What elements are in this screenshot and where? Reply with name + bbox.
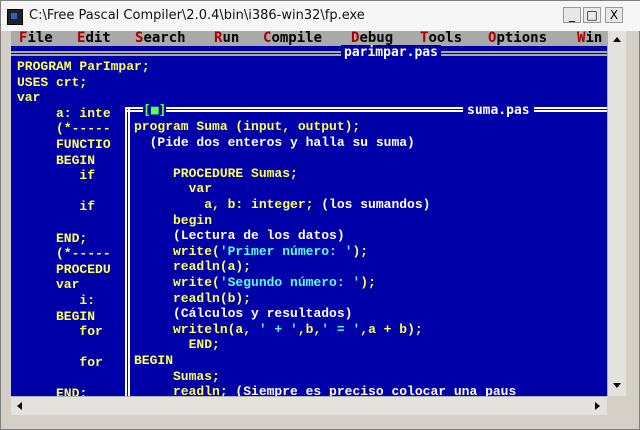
menu-options[interactable]: Options <box>488 31 547 46</box>
code-line: PROCEDURE Sumas; <box>134 165 298 181</box>
code-line: readln(b); <box>134 290 252 306</box>
code-line: USES crt; <box>17 74 88 90</box>
code-line: PROGRAM ParImpar; <box>17 59 150 74</box>
code-line: var <box>134 181 213 197</box>
scroll-right-arrow-icon[interactable] <box>595 402 600 410</box>
code-line: write('Primer número: '); <box>134 243 369 259</box>
menu-debug[interactable]: Debug <box>351 31 393 46</box>
back-window-title[interactable]: parimpar.pas <box>341 45 441 60</box>
menu-window[interactable]: Win <box>577 31 602 46</box>
code-line: writeln(a, ' + ',b,' = ',a + b); <box>134 321 423 337</box>
window-title: C:\Free Pascal Compiler\2.0.4\bin\i386-w… <box>29 8 365 23</box>
code-line: var <box>17 277 80 293</box>
menu-run[interactable]: Run <box>214 31 239 46</box>
code-line: readln; (Siempre es preciso colocar una … <box>134 384 517 396</box>
front-window-title[interactable]: suma.pas <box>463 103 534 118</box>
menu-compile[interactable]: Compile <box>263 31 322 46</box>
code-line: FUNCTIO <box>17 136 111 152</box>
minimize-button[interactable]: _ <box>563 7 581 23</box>
code-line: readln(a); <box>134 259 252 275</box>
menu-edit[interactable]: Edit <box>77 31 111 46</box>
code-line: (Lectura de los datos) <box>173 228 345 244</box>
front-window-close-icon[interactable]: [■] <box>143 103 167 118</box>
menu-bar: File Edit Search Run Compile Debug Tools… <box>11 31 607 46</box>
code-line: write('Segundo número: '); <box>134 274 376 290</box>
code-line: BEGIN <box>17 308 96 324</box>
code-line: begin <box>134 212 213 228</box>
code-line: Sumas; <box>134 368 220 384</box>
menu-search[interactable]: Search <box>135 31 186 46</box>
back-window-top-border <box>11 51 607 56</box>
title-bar[interactable]: C:\Free Pascal Compiler\2.0.4\bin\i386-w… <box>1 1 640 31</box>
code-line: PROCEDU <box>17 261 111 277</box>
scroll-up-arrow-icon[interactable] <box>613 37 621 42</box>
code-line: var <box>17 90 41 106</box>
front-window-code[interactable]: program Suma (input, output); (Pide dos … <box>134 119 516 396</box>
vertical-scrollbar[interactable] <box>607 31 626 396</box>
maximize-button[interactable]: □ <box>583 7 601 23</box>
menu-file[interactable]: File <box>19 31 53 46</box>
front-window-left-border <box>125 109 130 396</box>
scroll-left-arrow-icon[interactable] <box>17 402 22 410</box>
code-line: for <box>17 355 103 371</box>
code-line: if <box>17 168 96 184</box>
horizontal-scrollbar[interactable] <box>11 396 607 415</box>
code-line: END; <box>134 337 220 353</box>
console-app-icon[interactable] <box>7 9 23 25</box>
front-window-top-border <box>125 107 607 112</box>
code-line: a, b: integer; (los sumandos) <box>134 196 431 212</box>
code-line: program Suma (input, output); <box>134 119 361 134</box>
code-line: a: inte <box>17 105 111 121</box>
app-window: C:\Free Pascal Compiler\2.0.4\bin\i386-w… <box>0 0 640 430</box>
code-line: BEGIN <box>134 352 174 368</box>
code-line: END; <box>17 386 88 396</box>
code-line: i: <box>17 292 96 308</box>
code-line: END; <box>17 230 88 246</box>
scrollbar-corner <box>607 396 625 414</box>
close-button[interactable]: X <box>605 7 623 23</box>
code-line: BEGIN <box>17 152 96 168</box>
code-line: if <box>17 199 96 215</box>
code-line: for <box>17 324 103 340</box>
code-line: (*----- <box>17 246 111 262</box>
code-line: (Cálculos y resultados) <box>173 306 353 322</box>
menu-tools[interactable]: Tools <box>420 31 462 46</box>
code-line: (Pide dos enteros y halla su suma) <box>149 134 415 150</box>
scroll-down-arrow-icon[interactable] <box>613 383 621 388</box>
code-line: (*----- <box>17 121 111 137</box>
ide-screen: File Edit Search Run Compile Debug Tools… <box>11 31 607 396</box>
